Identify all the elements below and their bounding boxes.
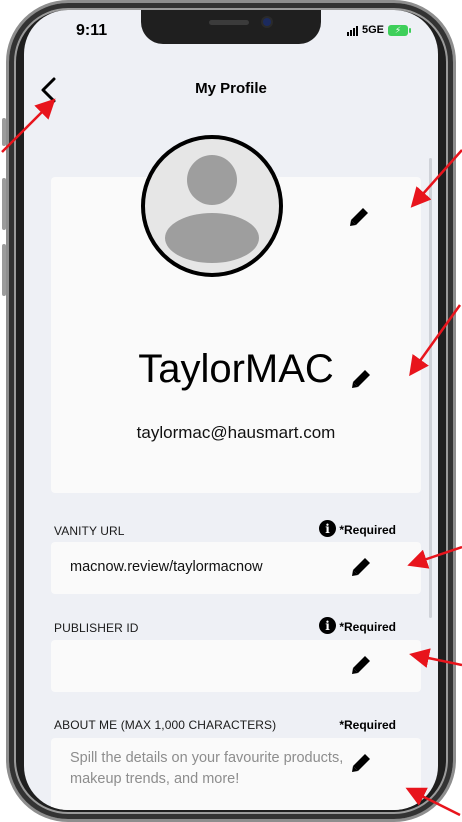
vanity-url-required: *Required <box>339 523 396 537</box>
pencil-icon <box>352 370 370 388</box>
edit-username-button[interactable] <box>350 368 372 390</box>
pencil-icon <box>352 754 370 772</box>
speaker-grille <box>209 20 249 25</box>
pencil-icon <box>352 558 370 576</box>
user-email: taylormac@hausmart.com <box>136 423 336 442</box>
signal-icon <box>346 25 358 36</box>
screenshot-stage: 9:11 5GE ⚡ My Profile TaylorMAC taylorma… <box>0 0 462 822</box>
pencil-icon <box>352 656 370 674</box>
about-me-required: *Required <box>339 718 396 732</box>
user-placeholder-icon <box>187 155 237 205</box>
page-title: My Profile <box>195 80 267 97</box>
status-indicators: 5GE ⚡ <box>346 24 411 36</box>
scrollbar[interactable] <box>429 158 432 618</box>
edit-vanity-url-button[interactable] <box>350 556 372 578</box>
info-icon[interactable]: i <box>319 520 336 537</box>
vanity-url-value: macnow.review/taylormacnow <box>70 559 263 575</box>
vanity-url-label: VANITY URL <box>54 524 125 538</box>
app-screen: 9:11 5GE ⚡ My Profile TaylorMAC taylorma… <box>24 10 438 810</box>
edit-about-me-button[interactable] <box>350 752 372 774</box>
about-me-label: ABOUT ME (MAX 1,000 CHARACTERS) <box>54 718 277 732</box>
edit-avatar-button[interactable] <box>348 206 370 228</box>
avatar[interactable] <box>141 135 283 277</box>
front-camera <box>263 18 271 26</box>
publisher-id-required: *Required <box>339 620 396 634</box>
publisher-id-label: PUBLISHER ID <box>54 621 139 635</box>
status-time: 9:11 <box>76 22 108 39</box>
edit-publisher-id-button[interactable] <box>350 654 372 676</box>
pencil-icon <box>350 208 368 226</box>
network-type: 5GE <box>361 24 384 36</box>
about-me-placeholder: Spill the details on your favourite prod… <box>70 750 344 787</box>
info-icon[interactable]: i <box>319 617 336 634</box>
user-placeholder-body <box>165 213 259 263</box>
phone-notch <box>141 10 321 44</box>
battery-charging-icon: ⚡ <box>388 24 411 36</box>
